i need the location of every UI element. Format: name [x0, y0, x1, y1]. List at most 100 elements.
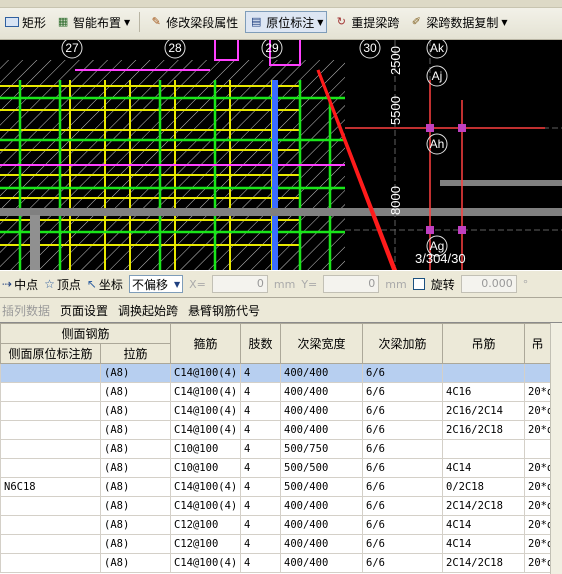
table-cell[interactable]: (A8)	[99, 363, 172, 383]
table-row[interactable]: (A8)C14@100(4)4400/4006/64C1620*d	[0, 382, 552, 402]
table-cell[interactable]: 2C14/2C18	[442, 553, 526, 573]
table-cell[interactable]: 0/2C18	[442, 477, 526, 497]
col-header-hanger-2[interactable]: 吊	[524, 323, 552, 364]
swap-start-span-menu[interactable]: 调换起始跨	[118, 302, 178, 319]
table-cell[interactable]: 4	[240, 420, 282, 440]
table-cell[interactable]: 6/6	[362, 477, 444, 497]
smart-layout-button[interactable]: ▦ 智能布置 ▼	[53, 11, 133, 33]
origin-annotation-button[interactable]: ▤ 原位标注 ▼	[245, 11, 328, 33]
copy-span-data-button[interactable]: ✐ 梁跨数据复制 ▼	[406, 11, 510, 33]
table-row[interactable]: (A8)C12@1004400/4006/64C1420*d	[0, 515, 552, 535]
col-header-legs[interactable]: 肢数	[240, 323, 282, 364]
table-cell[interactable]	[0, 401, 101, 421]
table-row[interactable]: (A8) C14@100(4) 4 400/400 6/6	[0, 363, 552, 383]
table-cell[interactable]	[0, 439, 101, 459]
table-cell[interactable]: 500/500	[280, 458, 364, 478]
table-cell[interactable]	[0, 534, 101, 554]
rotate-input[interactable]: 0.000	[460, 275, 517, 293]
table-cell[interactable]: 400/400	[280, 553, 364, 573]
table-cell[interactable]: C14@100(4)	[170, 496, 242, 516]
table-cell[interactable]: 4	[240, 458, 282, 478]
table-cell[interactable]: C10@100	[170, 439, 242, 459]
table-cell[interactable]: (A8)	[99, 382, 172, 402]
col-header-stirrup[interactable]: 箍筋	[170, 323, 242, 364]
table-cell[interactable]: 20*d	[524, 382, 552, 402]
table-cell[interactable]: (A8)	[99, 401, 172, 421]
insert-column-menu[interactable]: 插列数据	[2, 302, 50, 319]
table-cell[interactable]: (A8)	[99, 496, 172, 516]
table-cell[interactable]: 400/400	[280, 420, 364, 440]
table-cell[interactable]: 4	[240, 496, 282, 516]
table-cell[interactable]: 20*d	[524, 496, 552, 516]
table-cell[interactable]: 6/6	[362, 439, 444, 459]
table-cell[interactable]: C12@100	[170, 534, 242, 554]
table-cell[interactable]: 4C16	[442, 382, 526, 402]
table-cell[interactable]	[442, 439, 526, 459]
table-cell[interactable]: 4	[240, 477, 282, 497]
table-cell[interactable]: 20*d	[524, 477, 552, 497]
coord-snap[interactable]: ↖ 坐标	[87, 276, 123, 293]
table-cell[interactable]	[0, 363, 101, 383]
table-cell[interactable]	[0, 420, 101, 440]
table-cell[interactable]: (A8)	[99, 458, 172, 478]
table-cell[interactable]: 4	[240, 363, 282, 383]
table-cell[interactable]	[524, 363, 552, 383]
table-cell[interactable]: 20*d	[524, 553, 552, 573]
table-cell[interactable]: C10@100	[170, 458, 242, 478]
table-row[interactable]: (A8) C10@100 4 500/750 6/6	[0, 439, 552, 459]
table-row[interactable]: (A8)C14@100(4)4400/4006/62C16/2C1820*d	[0, 420, 552, 440]
table-cell[interactable]: 4	[240, 401, 282, 421]
page-setup-menu[interactable]: 页面设置	[60, 302, 108, 319]
table-cell[interactable]: C14@100(4)	[170, 401, 242, 421]
table-cell[interactable]: 4C14	[442, 515, 526, 535]
table-cell[interactable]: C12@100	[170, 515, 242, 535]
table-cell[interactable]: 2C16/2C18	[442, 420, 526, 440]
table-cell[interactable]	[442, 363, 526, 383]
rect-tool-button[interactable]: 矩形	[2, 11, 49, 33]
table-cell[interactable]: C14@100(4)	[170, 382, 242, 402]
cantilever-code-menu[interactable]: 悬臂钢筋代号	[188, 302, 260, 319]
table-cell[interactable]: 2C16/2C14	[442, 401, 526, 421]
y-offset-input[interactable]: 0	[323, 275, 380, 293]
table-cell[interactable]: 6/6	[362, 534, 444, 554]
x-offset-input[interactable]: 0	[211, 275, 268, 293]
vertical-scrollbar[interactable]	[550, 323, 562, 574]
table-cell[interactable]: 400/400	[280, 496, 364, 516]
table-cell[interactable]	[524, 439, 552, 459]
table-cell[interactable]: 6/6	[362, 515, 444, 535]
table-cell[interactable]: 4C14	[442, 458, 526, 478]
table-cell[interactable]: 2C14/2C18	[442, 496, 526, 516]
table-cell[interactable]: 500/400	[280, 477, 364, 497]
table-cell[interactable]: 6/6	[362, 553, 444, 573]
table-row[interactable]: (A8)C14@100(4)4400/4006/62C14/2C1820*d	[0, 553, 552, 573]
reextract-span-button[interactable]: ↻ 重提梁跨	[331, 11, 402, 33]
vertex-snap[interactable]: ☆ 顶点	[44, 276, 81, 293]
table-cell[interactable]: 400/400	[280, 534, 364, 554]
table-cell[interactable]: 4C14	[442, 534, 526, 554]
table-cell[interactable]: (A8)	[99, 534, 172, 554]
table-cell[interactable]: 20*d	[524, 515, 552, 535]
table-row[interactable]: (A8)C14@100(4)4400/4006/62C16/2C1420*d	[0, 401, 552, 421]
table-cell[interactable]: 20*d	[524, 534, 552, 554]
table-cell[interactable]: C14@100(4)	[170, 420, 242, 440]
table-cell[interactable]: 6/6	[362, 363, 444, 383]
col-header-sub-width[interactable]: 次梁宽度	[280, 323, 364, 364]
table-cell[interactable]: N6C18	[0, 477, 101, 497]
table-cell[interactable]: C14@100(4)	[170, 363, 242, 383]
table-row[interactable]: (A8)C10@1004500/5006/64C1420*d	[0, 458, 552, 478]
table-cell[interactable]: 4	[240, 534, 282, 554]
table-cell[interactable]: 400/400	[280, 401, 364, 421]
table-cell[interactable]: 20*d	[524, 420, 552, 440]
table-row[interactable]: (A8)C14@100(4)4400/4006/62C14/2C1820*d	[0, 496, 552, 516]
table-cell[interactable]: (A8)	[99, 439, 172, 459]
modify-span-button[interactable]: ✎ 修改梁段属性	[146, 11, 241, 33]
table-cell[interactable]: 6/6	[362, 382, 444, 402]
table-cell[interactable]	[0, 515, 101, 535]
cad-canvas[interactable]: 27 28 29 30 Ak Aj Ah Ag 2500 5500 8000 3…	[0, 40, 562, 270]
table-cell[interactable]: 4	[240, 553, 282, 573]
offset-mode-select[interactable]: 不偏移 ▼	[128, 275, 184, 293]
table-cell[interactable]: C14@100(4)	[170, 477, 242, 497]
table-cell[interactable]	[0, 553, 101, 573]
table-cell[interactable]: 4	[240, 382, 282, 402]
table-cell[interactable]: 6/6	[362, 420, 444, 440]
